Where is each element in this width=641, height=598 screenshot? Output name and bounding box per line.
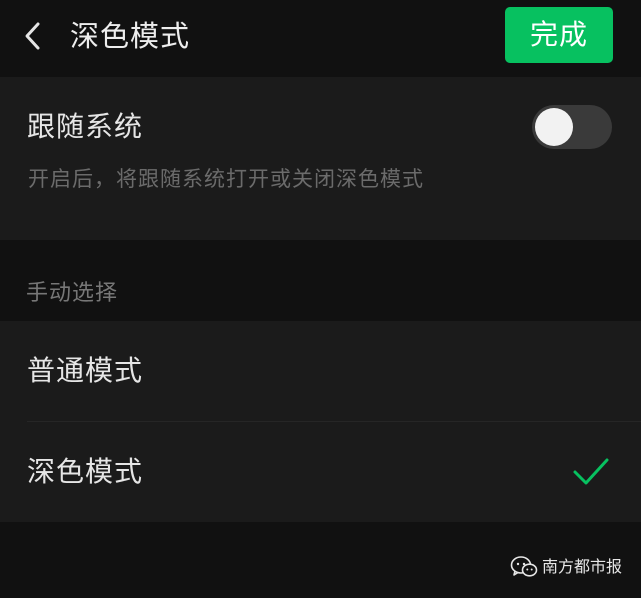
top-bar: 深色模式 完成 — [0, 0, 641, 74]
follow-system-label: 跟随系统 — [27, 110, 144, 143]
done-button[interactable]: 完成 — [505, 7, 613, 63]
follow-system-toggle[interactable] — [532, 105, 612, 149]
toggle-knob — [535, 108, 573, 146]
wechat-icon — [510, 556, 538, 577]
mode-option-label: 普通模式 — [27, 354, 144, 387]
dark-mode-settings-screen: 深色模式 完成 跟随系统 开启后，将跟随系统打开或关闭深色模式 手动选择 普通模… — [0, 0, 641, 598]
watermark: 南方都市报 — [510, 553, 622, 581]
page-title: 深色模式 — [70, 19, 191, 53]
mode-option-dark[interactable]: 深色模式 — [0, 422, 641, 522]
watermark-text: 南方都市报 — [542, 557, 623, 576]
follow-system-description: 开启后，将跟随系统打开或关闭深色模式 — [28, 167, 424, 191]
checkmark-icon — [573, 458, 609, 485]
mode-option-label: 深色模式 — [27, 455, 144, 488]
mode-option-normal[interactable]: 普通模式 — [0, 321, 641, 422]
mode-list: 普通模式 深色模式 — [0, 321, 641, 522]
chevron-left-icon[interactable] — [18, 18, 50, 54]
follow-system-section: 跟随系统 开启后，将跟随系统打开或关闭深色模式 — [0, 77, 641, 240]
manual-select-header: 手动选择 — [26, 281, 119, 306]
